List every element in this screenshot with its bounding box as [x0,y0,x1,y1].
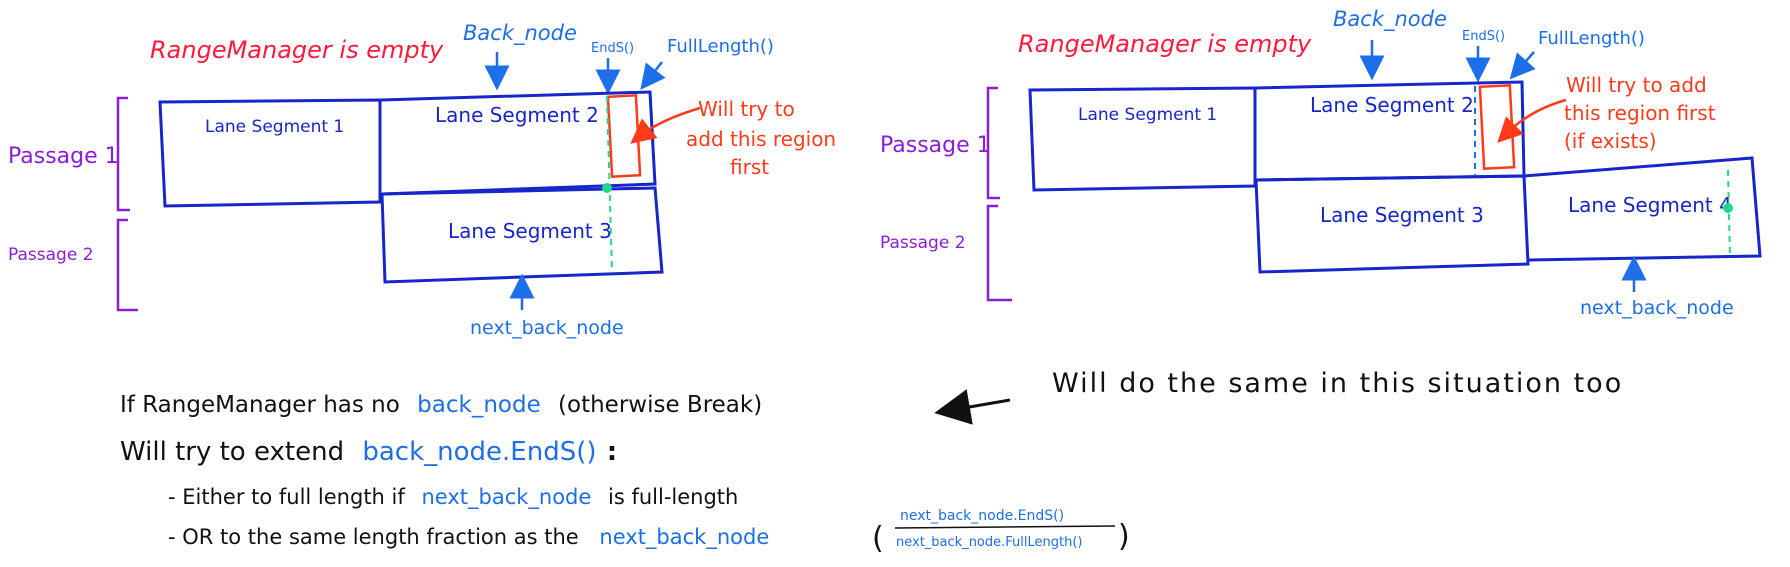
left-segment-1 [158,98,382,208]
left-diagram: RangeManager is empty Back_node EndS() F… [8,21,836,339]
right-passage2-bracket [986,204,1012,302]
right-diagram: RangeManager is empty Back_node EndS() F… [880,7,1762,319]
side-note-arrow [934,389,1011,425]
frac-num: next_back_node.EndS() [900,508,1064,524]
frac-close: ) [1118,519,1130,554]
right-segment-1 [1028,86,1257,192]
left-back-node-label: Back_node [463,21,577,46]
left-passage1-label: Passage 1 [8,144,119,169]
right-fulllength-label: FullLength() [1538,28,1645,49]
right-seg4-dot [1723,203,1733,213]
bullet2-a: - OR to the same length fraction as the [168,525,579,549]
bullet2: - OR to the same length fraction as the … [168,525,769,550]
left-passage1-bracket [116,96,130,212]
right-passage1-label: Passage 1 [880,133,991,158]
bullet1-c: is full-length [608,485,738,509]
bullet1-a: - Either to full length if [168,485,405,509]
line1-b: back_node [417,392,541,418]
right-passage2-label: Passage 2 [880,233,966,253]
left-fulllength-label: FullLength() [667,36,774,57]
right-seg1-label: Lane Segment 1 [1078,105,1217,125]
left-fulllength-arrow [640,61,666,90]
left-seg3-label: Lane Segment 3 [448,219,612,243]
left-note-line1: Will try to [698,97,795,121]
left-passage2-label: Passage 2 [8,245,94,265]
left-ends-dot [602,183,612,193]
left-target-region [606,94,642,178]
frac-open: ( [872,521,884,556]
right-seg3-label: Lane Segment 3 [1320,203,1484,227]
bullet1: - Either to full length if next_back_nod… [168,485,738,510]
bottom-notes: If RangeManager has no back_node (otherw… [120,368,1623,556]
right-ends-label: EndS() [1462,29,1505,44]
left-next-back-node-label: next_back_node [470,317,624,339]
bullet1-b: next_back_node [421,485,591,510]
right-note-line1: Will try to add [1566,73,1707,97]
line1-a: If RangeManager has no [120,392,400,418]
right-note-line3: (if exists) [1564,129,1657,153]
side-note: Will do the same in this situation too [1052,368,1623,399]
line1: If RangeManager has no back_node (otherw… [120,392,762,418]
right-back-node-label: Back_node [1333,7,1447,32]
right-seg4-label: Lane Segment 4 [1568,193,1732,217]
left-passage2-bracket [116,218,138,312]
right-note-arrow [1497,98,1567,143]
left-seg1-label: Lane Segment 1 [205,117,344,137]
frac-bar [894,525,1116,529]
line2: Will try to extend back_node.EndS() : [120,437,617,467]
right-fulllength-arrow [1509,51,1536,80]
line1-c: (otherwise Break) [558,392,762,418]
diagram-canvas: RangeManager is empty Back_node EndS() F… [8,7,1762,556]
left-ends-label: EndS() [591,41,634,56]
right-title: RangeManager is empty [1018,30,1312,58]
right-note-line2: this region first [1564,101,1716,125]
right-next-back-node-label: next_back_node [1580,297,1734,319]
left-seg2-label: Lane Segment 2 [435,103,599,127]
frac-den: next_back_node.FullLength() [896,535,1082,550]
line2-a: Will try to extend [120,437,344,467]
bullet2-b: next_back_node [599,525,769,550]
left-title: RangeManager is empty [150,36,444,64]
line2-c: : [607,437,617,467]
line2-b: back_node.EndS() [362,437,596,467]
left-note-line2: add this region [686,127,836,151]
right-seg2-label: Lane Segment 2 [1310,93,1474,117]
left-note-line3: first [730,155,769,179]
right-target-region [1478,83,1516,171]
